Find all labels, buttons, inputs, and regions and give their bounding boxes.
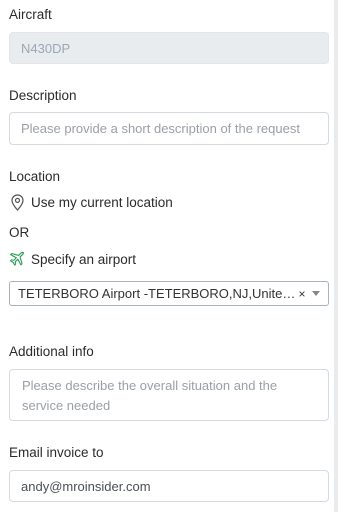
use-current-location-label: Use my current location bbox=[31, 194, 173, 210]
airport-select-value: TETERBORO Airport -TETERBORO,NJ,United S… bbox=[18, 286, 296, 301]
additional-info-textarea[interactable]: Please describe the overall situation an… bbox=[9, 369, 329, 421]
scroll-edge bbox=[334, 0, 338, 512]
additional-info-placeholder: Please describe the overall situation an… bbox=[22, 378, 278, 413]
location-label: Location bbox=[9, 169, 61, 184]
description-label: Description bbox=[9, 88, 77, 103]
specify-airport-label: Specify an airport bbox=[31, 251, 137, 267]
email-invoice-value: andy@mroinsider.com bbox=[21, 478, 151, 494]
or-separator: OR bbox=[9, 225, 30, 240]
additional-info-label: Additional info bbox=[9, 344, 94, 359]
aircraft-value: N430DP bbox=[21, 40, 71, 56]
description-input[interactable]: Please provide a short description of th… bbox=[9, 112, 329, 145]
email-invoice-input[interactable]: andy@mroinsider.com bbox=[9, 470, 329, 502]
aircraft-field: N430DP bbox=[9, 32, 329, 64]
map-pin-icon bbox=[9, 193, 25, 211]
aircraft-label: Aircraft bbox=[9, 7, 52, 22]
airport-select[interactable]: TETERBORO Airport -TETERBORO,NJ,United S… bbox=[9, 281, 329, 306]
description-placeholder: Please provide a short description of th… bbox=[21, 121, 300, 136]
use-current-location-option[interactable]: Use my current location bbox=[9, 193, 173, 211]
clear-selection-icon[interactable]: × bbox=[296, 287, 308, 301]
dropdown-caret-icon[interactable] bbox=[312, 291, 320, 296]
airplane-icon bbox=[9, 250, 25, 268]
specify-airport-option[interactable]: Specify an airport bbox=[9, 250, 136, 268]
email-invoice-label: Email invoice to bbox=[9, 445, 104, 460]
